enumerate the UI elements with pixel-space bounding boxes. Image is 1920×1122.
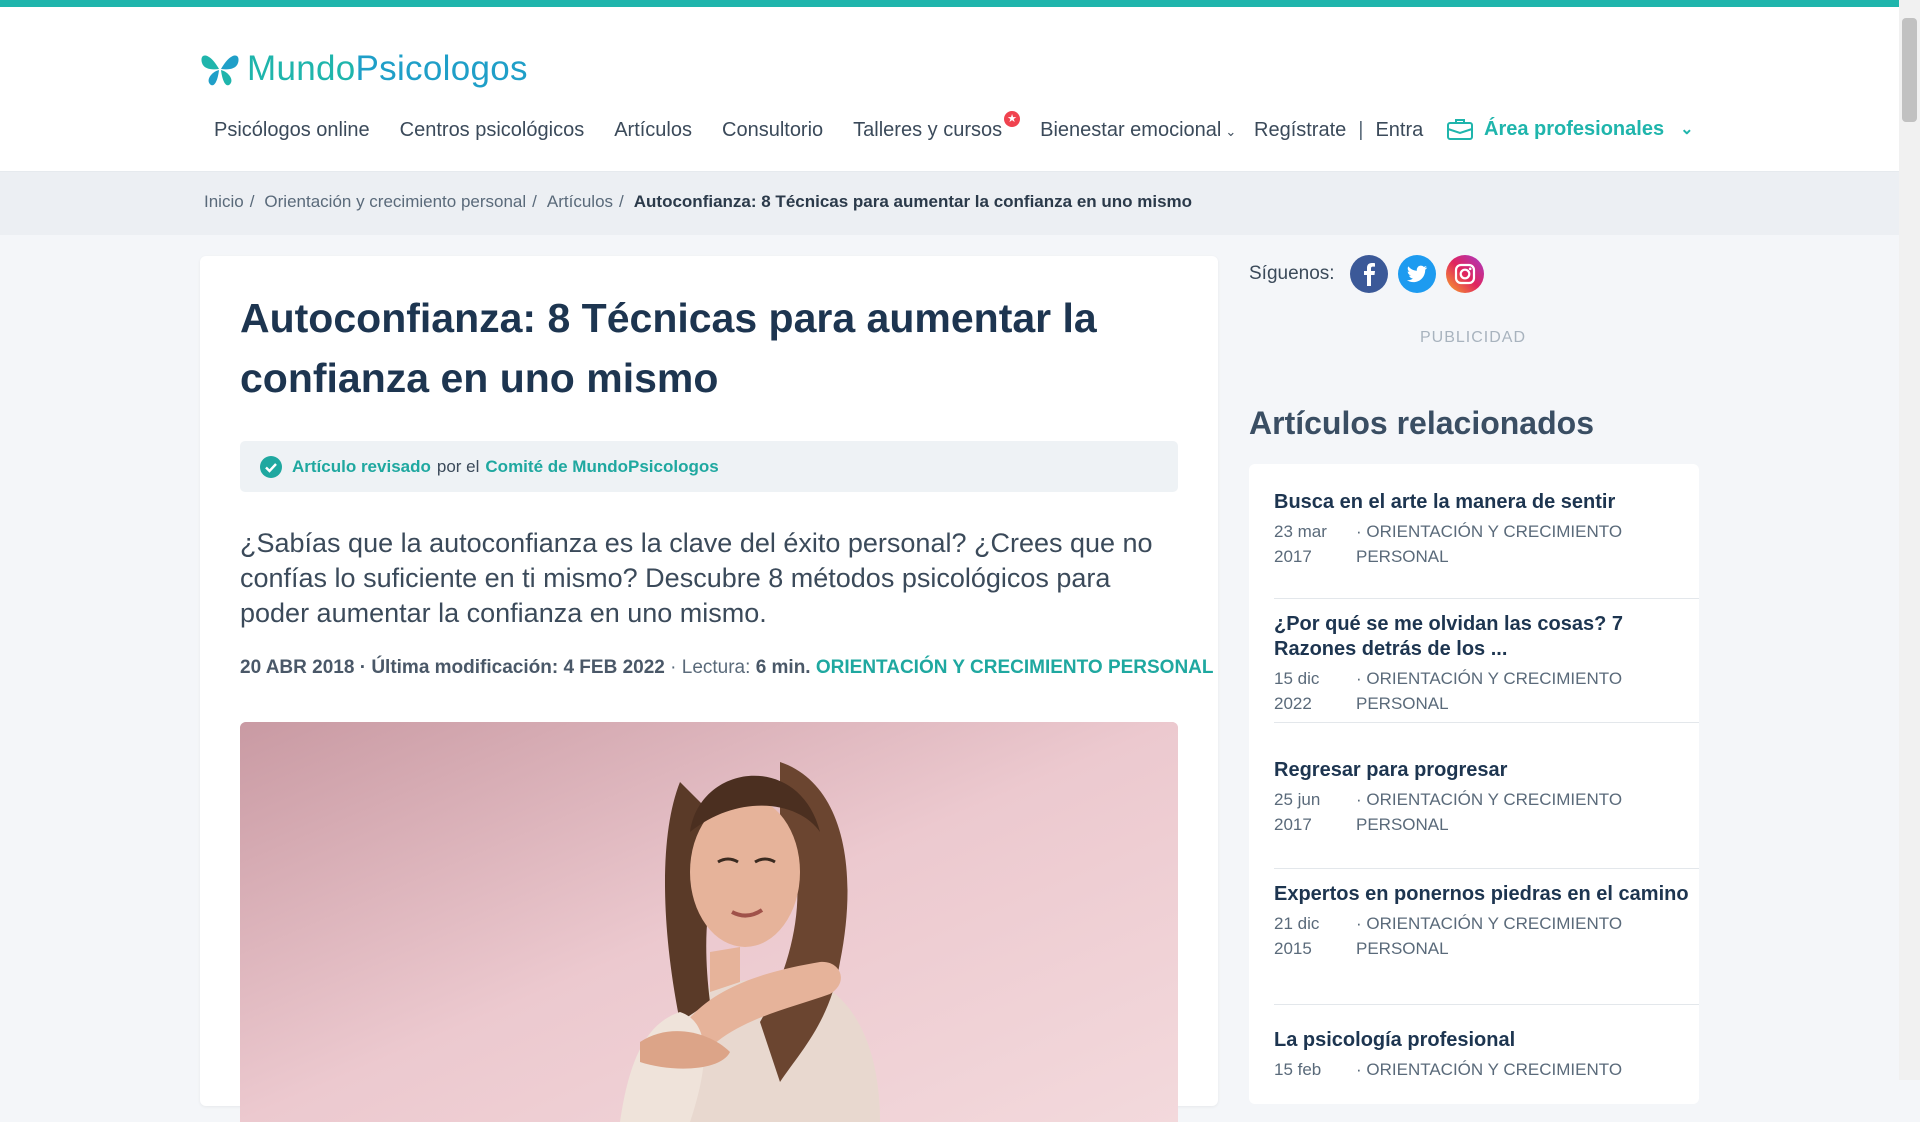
- modified-label: Última modificación:: [371, 657, 559, 678]
- page-scrollbar[interactable]: [1899, 0, 1920, 1080]
- chevron-down-icon: ⌄: [1680, 121, 1694, 138]
- article-lead: ¿Sabías que la autoconfianza es la clave…: [240, 528, 1153, 628]
- scrollbar-thumb[interactable]: [1902, 18, 1917, 122]
- related-article-date: 21 dic 2015: [1274, 914, 1320, 958]
- site-header: MundoPsicologos Psicólogos online Centro…: [0, 7, 1899, 172]
- top-accent-bar: [0, 0, 1899, 7]
- related-article-title[interactable]: Expertos en ponernos piedras en el camin…: [1274, 882, 1699, 907]
- reviewed-link[interactable]: Artículo revisado: [292, 457, 431, 477]
- new-star-badge-icon: ★: [1004, 111, 1021, 127]
- related-article-date: 23 mar 2017: [1274, 522, 1327, 566]
- related-article-category: · Orientación y crecimiento personal: [1356, 669, 1623, 713]
- reviewed-by-text: por el: [436, 456, 480, 476]
- breadcrumb-inicio[interactable]: Inicio: [204, 192, 244, 212]
- logo[interactable]: MundoPsicologos: [199, 49, 528, 89]
- breadcrumb-current: Autoconfianza: 8 Técnicas para aumentar …: [633, 192, 1193, 211]
- related-article-title[interactable]: La psicología profesional: [1274, 1028, 1699, 1053]
- breadcrumb-bar: Inicio / Orientación y crecimiento person…: [0, 172, 1899, 235]
- review-notice: Artículo revisado por el Comité de Mundo…: [240, 441, 1178, 492]
- professional-area-button[interactable]: Área profesionales ⌄: [1446, 117, 1693, 141]
- nav-centros-psicologicos[interactable]: Centros psicológicos: [400, 119, 585, 142]
- twitter-icon[interactable]: [1397, 255, 1436, 293]
- login-link[interactable]: Entra: [1375, 119, 1423, 142]
- related-article-date: 15 dic 2022: [1274, 669, 1320, 713]
- committee-link[interactable]: Comité de MundoPsicologos: [485, 457, 718, 477]
- related-article-title[interactable]: Regresar para progresar: [1274, 758, 1699, 783]
- butterfly-logo-icon: [201, 55, 239, 86]
- reading-label: Lectura:: [681, 657, 751, 678]
- related-article-category: · Orientación y crecimiento personal: [1356, 914, 1623, 958]
- related-article-category: · Orientación y crecimiento: [1356, 1060, 1623, 1079]
- breadcrumb-orientacion[interactable]: Orientación y crecimiento personal: [264, 192, 526, 212]
- auth-links: Regístrate | Entra: [1254, 119, 1423, 142]
- related-article-title[interactable]: Busca en el arte la manera de sentir: [1274, 490, 1699, 515]
- list-item[interactable]: Expertos en ponernos piedras en el camin…: [1274, 882, 1699, 1005]
- article-title: Autoconfianza: 8 Técnicas para aumentar …: [240, 295, 1097, 401]
- breadcrumb: Inicio / Orientación y crecimiento person…: [204, 192, 1193, 212]
- nav-bienestar-emocional[interactable]: Bienestar emocional ⌄: [1040, 119, 1236, 142]
- facebook-icon[interactable]: [1349, 255, 1388, 293]
- nav-bienestar-label: Bienestar emocional: [1040, 119, 1222, 141]
- list-item[interactable]: La psicología profesional 15 feb · Orien…: [1274, 1028, 1699, 1104]
- article-category-link[interactable]: ORIENTACIÓN Y CRECIMIENTO PERSONAL: [816, 657, 1214, 678]
- breadcrumb-articulos[interactable]: Artículos: [547, 192, 613, 212]
- register-link[interactable]: Regístrate: [1254, 119, 1346, 142]
- main-nav: Psicólogos online Centros psicológicos A…: [214, 111, 1266, 142]
- woman-hugging-self-illustration: [240, 722, 1178, 1122]
- related-article-category: · Orientación y crecimiento personal: [1356, 522, 1623, 566]
- publish-date: 20 ABR 2018: [240, 657, 355, 678]
- related-article-date: 25 jun 2017: [1274, 790, 1321, 834]
- list-item[interactable]: Busca en el arte la manera de sentir 23 …: [1274, 490, 1699, 599]
- check-circle-icon: [260, 455, 282, 478]
- nav-psicologos-online[interactable]: Psicólogos online: [214, 119, 370, 142]
- chevron-down-icon: ⌄: [1225, 124, 1237, 139]
- follow-label: Síguenos:: [1249, 263, 1335, 284]
- nav-talleres-cursos[interactable]: Talleres y cursos ★: [853, 111, 1021, 142]
- list-item[interactable]: ¿Por qué se me olvidan las cosas? 7 Razo…: [1274, 612, 1699, 723]
- auth-separator: |: [1358, 119, 1364, 141]
- related-article-date: 15 feb: [1274, 1060, 1322, 1079]
- hero-image: [240, 722, 1178, 1122]
- related-articles-heading: Artículos relacionados: [1249, 405, 1594, 441]
- related-article-title[interactable]: ¿Por qué se me olvidan las cosas? 7 Razo…: [1274, 612, 1699, 662]
- briefcase-icon: [1447, 119, 1473, 140]
- nav-talleres-label: Talleres y cursos: [853, 119, 1003, 141]
- advertising-label: PUBLICIDAD: [1420, 329, 1527, 346]
- related-articles-list: Busca en el arte la manera de sentir 23 …: [1249, 464, 1699, 1104]
- nav-consultorio[interactable]: Consultorio: [722, 119, 823, 142]
- related-article-category: · Orientación y crecimiento personal: [1356, 790, 1623, 834]
- article-meta: 20 ABR 2018 · Última modificación: 4 FEB…: [240, 657, 1214, 678]
- instagram-icon[interactable]: [1445, 255, 1484, 293]
- list-item[interactable]: Regresar para progresar 25 jun 2017 · Or…: [1274, 758, 1699, 869]
- nav-articulos[interactable]: Artículos: [614, 119, 692, 142]
- reading-time: 6 min.: [755, 657, 811, 678]
- professional-area-label: Área profesionales: [1484, 117, 1665, 140]
- article-card: Autoconfianza: 8 Técnicas para aumentar …: [200, 256, 1218, 1122]
- follow-us: Síguenos:: [1249, 255, 1494, 293]
- modified-date: 4 FEB 2022: [563, 657, 665, 678]
- brand-name: MundoPsicologos: [247, 49, 528, 88]
